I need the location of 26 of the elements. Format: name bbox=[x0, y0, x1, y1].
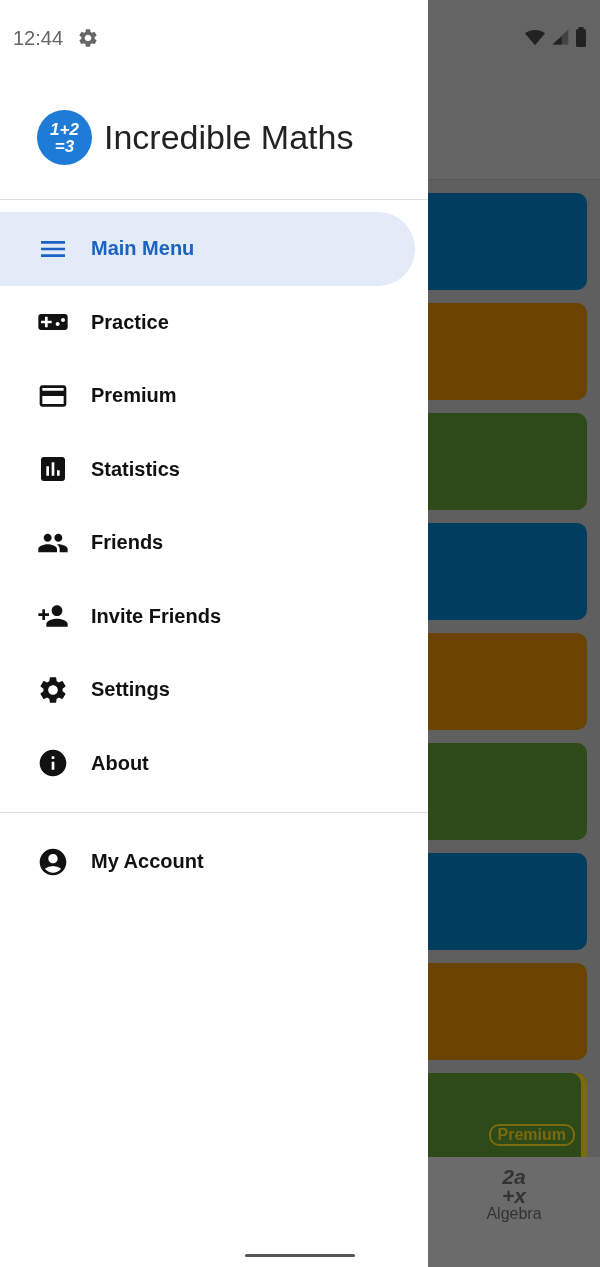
menu-item[interactable]: Main Menu bbox=[0, 212, 415, 286]
gesture-handle[interactable] bbox=[245, 1254, 355, 1257]
menu-item[interactable]: Settings bbox=[0, 653, 415, 727]
algebra-icon: 2a +x bbox=[502, 1167, 526, 1205]
menu-card[interactable] bbox=[428, 743, 587, 840]
menu-card[interactable] bbox=[428, 193, 587, 290]
menu-item[interactable]: Practice bbox=[0, 285, 415, 359]
settings-icon bbox=[77, 27, 100, 49]
nav-label: Algebra bbox=[486, 1205, 542, 1223]
battery-icon bbox=[574, 26, 588, 48]
menu-item[interactable]: Statistics bbox=[0, 432, 415, 506]
menu-card[interactable] bbox=[428, 523, 587, 620]
app-title: Incredible Maths bbox=[104, 118, 354, 157]
menu-item[interactable]: Invite Friends bbox=[0, 579, 415, 653]
menu-card[interactable] bbox=[428, 633, 587, 730]
menu-card[interactable] bbox=[428, 303, 587, 400]
menu-card[interactable] bbox=[428, 853, 587, 950]
menu-item[interactable]: Premium bbox=[0, 359, 415, 433]
menu-item[interactable]: Friends bbox=[0, 506, 415, 580]
menu-item[interactable]: About bbox=[0, 726, 415, 800]
status-time: 12:44 bbox=[13, 26, 64, 50]
menu-card[interactable] bbox=[428, 963, 587, 1060]
premium-badge: Premium bbox=[488, 1124, 575, 1146]
menu-item[interactable]: My Account bbox=[0, 825, 415, 899]
menu-card[interactable] bbox=[428, 413, 587, 510]
app-logo: 1+2 =3 bbox=[37, 110, 92, 165]
